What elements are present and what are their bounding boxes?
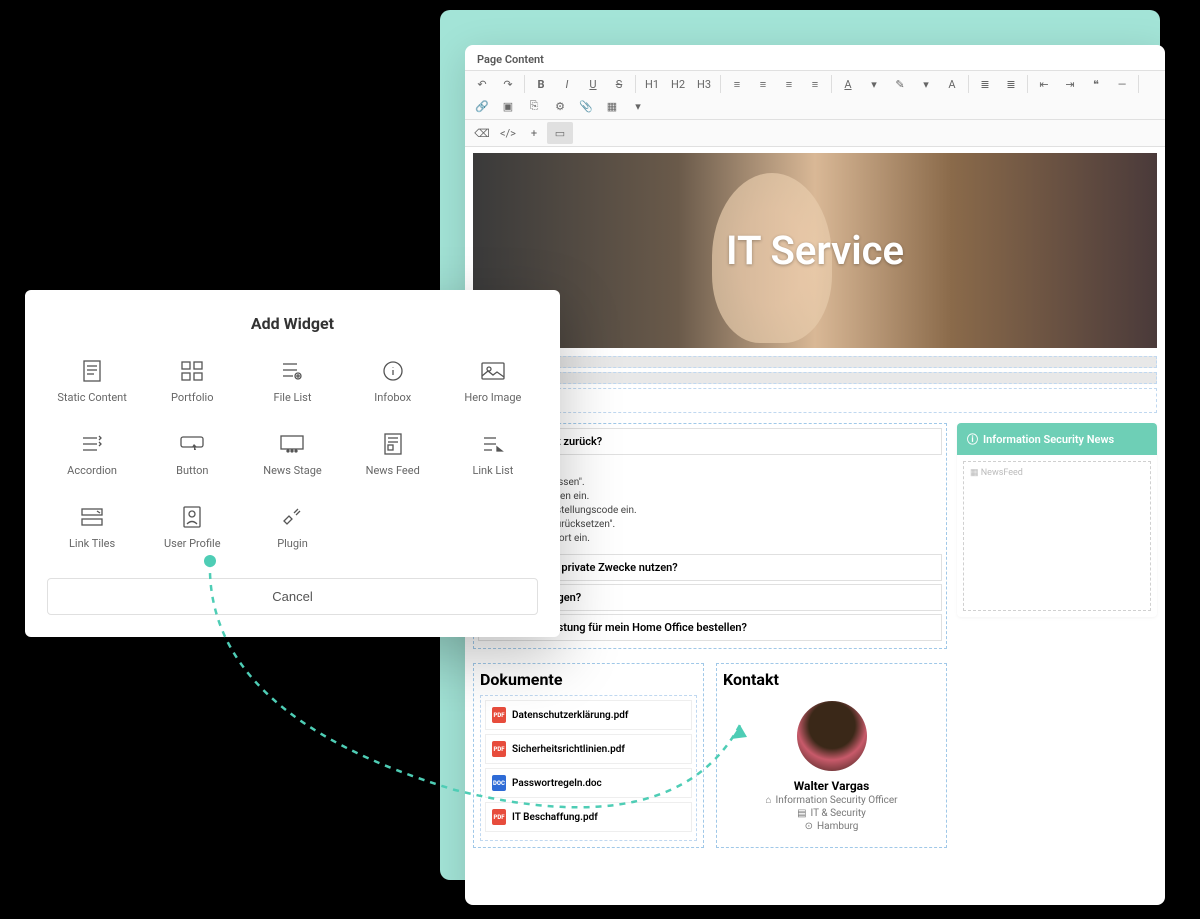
- widget-news-feed[interactable]: News Feed: [348, 432, 438, 477]
- h2-button[interactable]: H2: [665, 73, 691, 95]
- widget-link-list[interactable]: Link List: [448, 432, 538, 477]
- hero-image[interactable]: IT Service: [473, 153, 1157, 348]
- documents-section[interactable]: Dokumente PDF Datenschutzerklärung.pdf P…: [473, 663, 704, 848]
- modal-title: Add Widget: [47, 314, 538, 333]
- highlight-button[interactable]: ✎: [887, 73, 913, 95]
- layout-button[interactable]: ▭: [547, 122, 573, 144]
- outdent-button[interactable]: ⇤: [1031, 73, 1057, 95]
- text-color-chevron[interactable]: ▾: [861, 73, 887, 95]
- placeholder-bar[interactable]: [473, 356, 1157, 368]
- info-icon: [381, 359, 405, 383]
- grid-icon: [180, 359, 204, 383]
- clipboard-button[interactable]: ⎘: [521, 95, 547, 117]
- widget-hero-image[interactable]: Hero Image: [448, 359, 538, 404]
- redo-button[interactable]: ↷: [495, 73, 521, 95]
- widget-button[interactable]: Button: [147, 432, 237, 477]
- section-title: Kontakt: [723, 670, 940, 689]
- news-placeholder: ▦ NewsFeed: [963, 461, 1151, 611]
- image-button[interactable]: ▣: [495, 95, 521, 117]
- font-button[interactable]: A: [939, 73, 965, 95]
- pdf-icon: PDF: [492, 707, 506, 723]
- hero-title: IT Service: [726, 227, 904, 274]
- tiles-icon: [80, 505, 104, 529]
- table-chevron[interactable]: ▾: [625, 95, 651, 117]
- contact-section[interactable]: Kontakt Walter Vargas ⌂Information Secur…: [716, 663, 947, 848]
- add-widget-modal: Add Widget Static Content Portfolio File…: [25, 290, 560, 637]
- news-widget[interactable]: ⓘ Information Security News ▦ NewsFeed: [957, 423, 1157, 617]
- editor-window: Page Content ↶ ↷ B I U S H1 H2 H3 ≡ ≡ ≡ …: [465, 45, 1165, 905]
- image-icon: [481, 359, 505, 383]
- document-item[interactable]: PDF IT Beschaffung.pdf: [485, 802, 692, 832]
- list-ul-button[interactable]: ≣: [972, 73, 998, 95]
- document-item[interactable]: DOC Passwortregeln.doc: [485, 768, 692, 798]
- contact-name: Walter Vargas: [794, 779, 870, 793]
- widget-plugin[interactable]: Plugin: [247, 505, 337, 550]
- link-list-icon: [481, 432, 505, 456]
- clear-format-button[interactable]: ⌫: [469, 122, 495, 144]
- contact-card: Walter Vargas ⌂Information Security Offi…: [723, 695, 940, 840]
- section-title: Dokumente: [480, 670, 697, 689]
- toolbar-row-2: ⌫ </> + ▭: [465, 120, 1165, 147]
- briefcase-icon: ⌂: [765, 795, 771, 806]
- news-title: Information Security News: [983, 433, 1114, 446]
- add-button[interactable]: +: [521, 122, 547, 144]
- toolbar-row-1: ↶ ↷ B I U S H1 H2 H3 ≡ ≡ ≡ ≡ A ▾ ✎ ▾ A ≣…: [465, 70, 1165, 120]
- list-add-icon: [280, 359, 304, 383]
- h1-button[interactable]: H1: [639, 73, 665, 95]
- hr-button[interactable]: —: [1109, 73, 1135, 95]
- undo-button[interactable]: ↶: [469, 73, 495, 95]
- text-color-button[interactable]: A: [835, 73, 861, 95]
- underline-button[interactable]: U: [580, 73, 606, 95]
- quote-button[interactable]: ❝: [1083, 73, 1109, 95]
- table-button[interactable]: ▦: [599, 95, 625, 117]
- info-icon: ⓘ: [967, 431, 978, 447]
- stage-icon: [280, 432, 304, 456]
- align-right-button[interactable]: ≡: [776, 73, 802, 95]
- widget-portfolio[interactable]: Portfolio: [147, 359, 237, 404]
- bold-button[interactable]: B: [528, 73, 554, 95]
- widget-infobox[interactable]: Infobox: [348, 359, 438, 404]
- pdf-icon: PDF: [492, 741, 506, 757]
- pdf-icon: PDF: [492, 809, 506, 825]
- list-ol-button[interactable]: ≣: [998, 73, 1024, 95]
- widget-news-stage[interactable]: News Stage: [247, 432, 337, 477]
- italic-button[interactable]: I: [554, 73, 580, 95]
- widget-link-tiles[interactable]: Link Tiles: [47, 505, 137, 550]
- editor-header-label: Page Content: [465, 45, 1165, 70]
- align-justify-button[interactable]: ≡: [802, 73, 828, 95]
- attach-button[interactable]: 📎: [573, 95, 599, 117]
- button-icon: [180, 432, 204, 456]
- highlight-chevron[interactable]: ▾: [913, 73, 939, 95]
- widget-user-profile[interactable]: User Profile: [147, 505, 237, 550]
- location-icon: ⊙: [805, 821, 813, 832]
- gear-button[interactable]: ⚙: [547, 95, 573, 117]
- plugin-icon: [280, 505, 304, 529]
- align-left-button[interactable]: ≡: [724, 73, 750, 95]
- placeholder-bar[interactable]: [473, 372, 1157, 384]
- link-button[interactable]: 🔗: [469, 95, 495, 117]
- dept-icon: ▤: [797, 808, 806, 819]
- document-icon: [80, 359, 104, 383]
- widget-accordion[interactable]: Accordion: [47, 432, 137, 477]
- editor-canvas: IT Service rt mein Passwort zurück? auf …: [465, 147, 1165, 905]
- h3-button[interactable]: H3: [691, 73, 717, 95]
- accordion-icon: [80, 432, 104, 456]
- cancel-button[interactable]: Cancel: [47, 578, 538, 615]
- widget-static-content[interactable]: Static Content: [47, 359, 137, 404]
- indent-button[interactable]: ⇥: [1057, 73, 1083, 95]
- code-button[interactable]: </>: [495, 122, 521, 144]
- document-item[interactable]: PDF Sicherheitsrichtlinien.pdf: [485, 734, 692, 764]
- avatar: [797, 701, 867, 771]
- strike-button[interactable]: S: [606, 73, 632, 95]
- feed-icon: [381, 432, 405, 456]
- document-item[interactable]: PDF Datenschutzerklärung.pdf: [485, 700, 692, 730]
- doc-icon: DOC: [492, 775, 506, 791]
- align-center-button[interactable]: ≡: [750, 73, 776, 95]
- user-icon: [180, 505, 204, 529]
- widget-file-list[interactable]: File List: [247, 359, 337, 404]
